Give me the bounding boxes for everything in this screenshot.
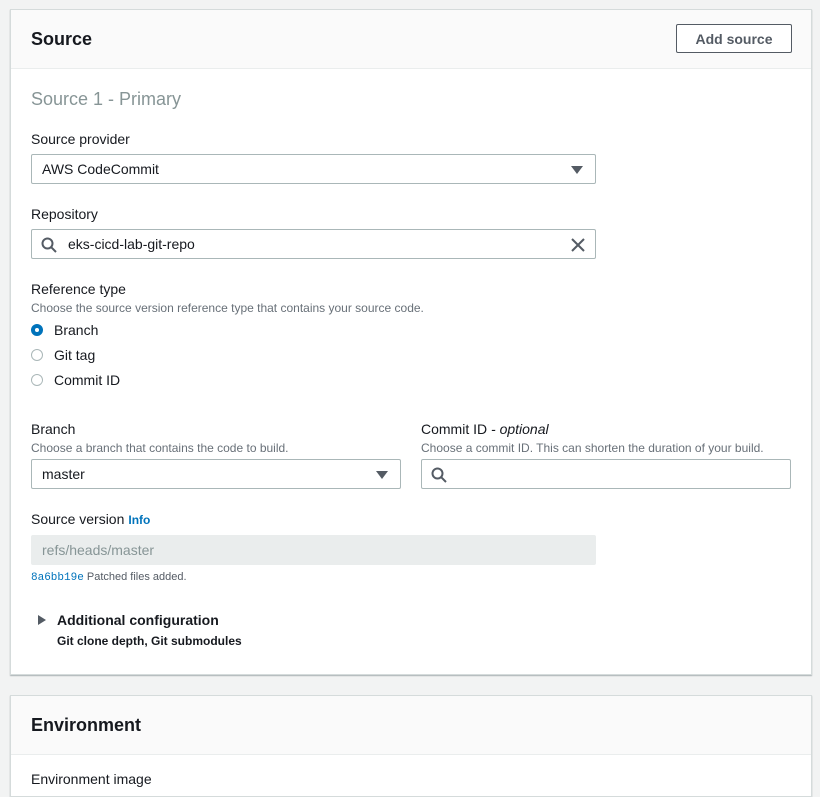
environment-panel-header: Environment — [11, 696, 811, 755]
branch-select[interactable]: master — [31, 459, 401, 489]
source-provider-select[interactable]: AWS CodeCommit — [31, 154, 596, 184]
caret-down-icon — [376, 471, 388, 479]
info-link[interactable]: Info — [128, 513, 150, 527]
repository-input[interactable]: eks-cicd-lab-git-repo — [31, 229, 596, 259]
radio-branch[interactable]: Branch — [31, 321, 98, 339]
radio-button[interactable] — [31, 374, 43, 386]
source-version-label: Source version Info — [31, 511, 150, 527]
commit-id-description: Choose a commit ID. This can shorten the… — [421, 441, 764, 455]
caret-right-icon — [38, 615, 46, 625]
source-version-value: refs/heads/master — [42, 542, 155, 558]
radio-commit-id-label: Commit ID — [54, 372, 121, 388]
additional-configuration-description: Git clone depth, Git submodules — [57, 634, 242, 648]
radio-button[interactable] — [31, 349, 43, 361]
repository-label: Repository — [31, 206, 98, 222]
branch-value: master — [42, 466, 85, 482]
caret-down-icon — [571, 166, 583, 174]
source-version-label-text: Source version — [31, 511, 125, 527]
search-icon — [41, 237, 57, 253]
commit-id-input[interactable] — [421, 459, 791, 489]
reference-type-label: Reference type — [31, 281, 126, 297]
radio-button-checked[interactable] — [31, 324, 43, 336]
source-provider-label: Source provider — [31, 131, 130, 147]
environment-panel: Environment Environment image — [10, 695, 812, 797]
repository-value: eks-cicd-lab-git-repo — [68, 236, 195, 252]
commit-id-optional: - optional — [491, 421, 549, 437]
source-panel-title: Source — [31, 29, 93, 49]
branch-description: Choose a branch that contains the code t… — [31, 441, 289, 455]
commit-message: Patched files added. — [86, 571, 187, 583]
source-provider-value: AWS CodeCommit — [42, 161, 159, 177]
add-source-button[interactable]: Add source — [676, 24, 792, 53]
additional-configuration-toggle[interactable]: Additional configuration — [38, 612, 219, 628]
radio-branch-label: Branch — [54, 322, 99, 338]
branch-label: Branch — [31, 421, 76, 437]
source-panel-header: Source Add source — [11, 10, 811, 69]
source-panel: Source Add source Source 1 - Primary Sou… — [10, 9, 812, 675]
environment-panel-title: Environment — [31, 715, 142, 735]
radio-git-tag[interactable]: Git tag — [31, 346, 95, 364]
commit-id-label: Commit ID - optional — [421, 421, 549, 437]
source-version-input: refs/heads/master — [31, 535, 596, 565]
source-version-commit: 8a6bb19e Patched files added. — [31, 571, 187, 584]
additional-configuration-label: Additional configuration — [57, 612, 219, 628]
radio-commit-id[interactable]: Commit ID — [31, 371, 120, 389]
source-subtitle: Source 1 - Primary — [31, 89, 182, 109]
environment-image-label: Environment image — [31, 771, 152, 787]
commit-id-label-text: Commit ID — [421, 421, 488, 437]
radio-git-tag-label: Git tag — [54, 347, 96, 363]
close-icon[interactable] — [571, 238, 585, 252]
search-icon — [431, 467, 447, 483]
commit-hash-link[interactable]: 8a6bb19e — [31, 572, 84, 584]
reference-type-description: Choose the source version reference type… — [31, 301, 424, 315]
